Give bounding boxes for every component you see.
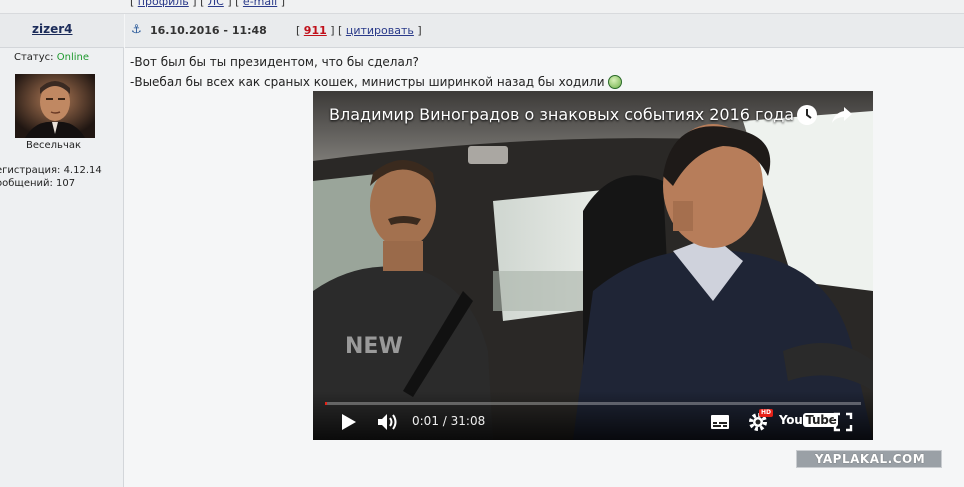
- video-frame: NEW: [313, 91, 873, 440]
- bracket: ] [: [192, 0, 205, 8]
- avatar[interactable]: [15, 74, 95, 138]
- message-count: ообщений: 107: [0, 178, 76, 189]
- subtitles-icon[interactable]: [710, 414, 730, 430]
- bracket: [: [296, 24, 301, 37]
- play-icon[interactable]: [341, 413, 357, 431]
- youtube-video-player[interactable]: NEW Владимир Виноградов о знаковых событ…: [313, 91, 873, 440]
- time-readout: 0:01 / 31:08: [412, 414, 485, 428]
- bracket: [: [130, 0, 135, 8]
- bracket: ]: [417, 24, 422, 37]
- post-text: -Выебал бы всех как сраных кошек, минист…: [130, 75, 605, 89]
- email-link[interactable]: e-mail: [243, 0, 277, 8]
- time-total: 31:08: [450, 414, 486, 428]
- share-icon[interactable]: [831, 105, 853, 125]
- progress-fill: [325, 402, 327, 405]
- previous-post-footer: [ профиль ] [ ЛС ] [ e-mail ]: [0, 0, 964, 14]
- bracket: ]: [280, 0, 286, 8]
- volume-icon[interactable]: [377, 412, 399, 432]
- hd-badge: HD: [759, 409, 774, 417]
- time-separator: /: [438, 414, 451, 428]
- avatar-image: [15, 74, 95, 138]
- bracket: ] [: [330, 24, 343, 37]
- watermark-text: YAPLAKAL.COM: [814, 452, 926, 466]
- logo-you: You: [779, 413, 803, 427]
- profile-links: [ профиль ] [ ЛС ] [ e-mail ]: [130, 0, 285, 8]
- user-rank: Весельчак: [26, 140, 82, 151]
- post-date: 16.10.2016 - 11:48: [150, 24, 267, 37]
- pm-link[interactable]: ЛС: [208, 0, 224, 8]
- video-title[interactable]: Владимир Виноградов о знаковых событиях …: [329, 105, 794, 124]
- anchor-icon[interactable]: ⚓: [131, 22, 142, 36]
- quote-link[interactable]: цитировать: [346, 24, 414, 37]
- watch-later-icon[interactable]: [796, 104, 818, 126]
- status-online: Online: [56, 52, 89, 63]
- smiley-icon: [607, 75, 622, 89]
- progress-bar[interactable]: [325, 402, 861, 405]
- watermark: YAPLAKAL.COM: [796, 450, 942, 468]
- shirt-print: NEW: [345, 334, 403, 359]
- user-stats: егистрация: 4.12.14 ообщений: 107: [0, 164, 102, 190]
- profile-link[interactable]: профиль: [138, 0, 189, 8]
- youtube-logo[interactable]: You Tube: [779, 413, 839, 427]
- post-number-link[interactable]: 911: [304, 24, 327, 37]
- bracket: ] [: [227, 0, 240, 8]
- status-label: Статус:: [14, 52, 54, 63]
- user-status: Статус: Online: [14, 52, 89, 63]
- post-text-line: -Выебал бы всех как сраных кошек, минист…: [130, 75, 622, 89]
- post-text-line: -Вот был бы ты президентом, что бы сдела…: [130, 55, 419, 69]
- registration-date: егистрация: 4.12.14: [0, 165, 102, 176]
- fullscreen-icon[interactable]: [833, 412, 853, 432]
- post-actions: [ 911 ] [ цитировать ]: [296, 24, 422, 37]
- username-link[interactable]: zizer4: [32, 22, 73, 36]
- time-current: 0:01: [412, 414, 439, 428]
